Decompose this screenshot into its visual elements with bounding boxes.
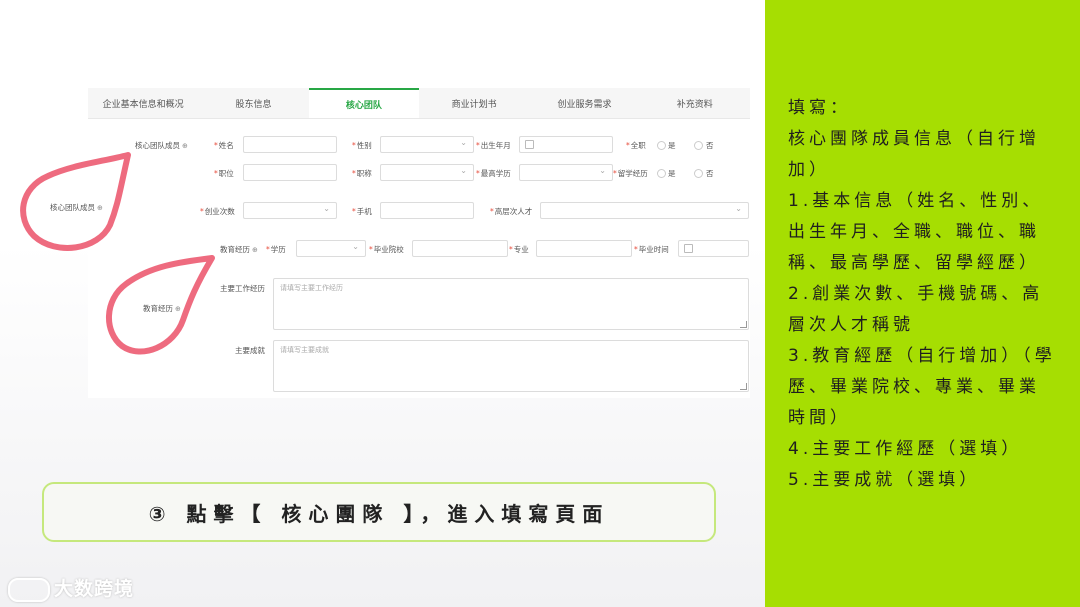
- add-circle-icon: ⊕: [97, 204, 103, 212]
- add-circle-icon: ⊕: [175, 305, 181, 313]
- instruction-line: 核心團隊成員信息（自行增加）: [788, 129, 1040, 180]
- callout-education-label: 教育经历 ⊕: [143, 304, 181, 313]
- instruction-line: 3.教育經歷（自行增加）（學歷、畢業院校、專業、畢業時間）: [788, 346, 1056, 428]
- instruction-line: 4.主要工作經歷（選填）: [788, 439, 1023, 459]
- step-banner: ③ 點擊【 核心團隊 】，進入填寫頁面: [42, 482, 716, 542]
- callout-team-label: 核心团队成员 ⊕: [50, 203, 103, 212]
- logo-mark-icon: [8, 577, 50, 602]
- instruction-text: 填寫： 核心團隊成員信息（自行增加） 1.基本信息（姓名、性別、出生年月、全職、…: [788, 93, 1058, 496]
- instruction-line: 填寫：: [788, 98, 851, 118]
- instruction-line: 2.創業次數、手機號碼、高層次人才稱號: [788, 284, 1044, 335]
- instruction-line: 5.主要成就（選填）: [788, 470, 981, 490]
- instruction-panel: 填寫： 核心團隊成員信息（自行增加） 1.基本信息（姓名、性別、出生年月、全職、…: [765, 0, 1080, 607]
- instruction-line: 1.基本信息（姓名、性別、出生年月、全職、職位、職稱、最高學歷、留學經歷）: [788, 191, 1044, 273]
- brand-logo: 大数跨境: [8, 574, 134, 602]
